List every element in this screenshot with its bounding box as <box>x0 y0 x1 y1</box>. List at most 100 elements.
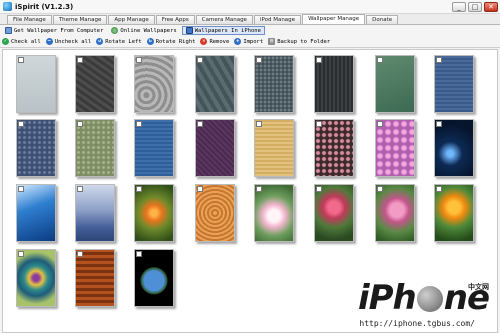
wallpaper-thumbnail[interactable] <box>134 184 174 242</box>
wallpaper-thumbnail[interactable] <box>314 119 354 177</box>
title-bar: iSpirit (V1.2.3) _ □ ✕ <box>0 0 500 14</box>
wallpaper-checkbox[interactable] <box>136 251 142 257</box>
wallpaper-checkbox[interactable] <box>77 251 83 257</box>
uncheck-icon: – <box>45 38 53 45</box>
check-all-button[interactable]: ✓ Check all <box>2 38 41 45</box>
wallpaper-thumbnail[interactable] <box>16 184 56 242</box>
wallpaper-checkbox[interactable] <box>77 121 83 127</box>
apple-logo-icon <box>416 286 443 312</box>
rotate-left-button[interactable]: ↺ Rotate Left <box>96 38 142 45</box>
wallpaper-checkbox[interactable] <box>18 186 24 192</box>
source-in-iphone-label: Wallpapers In iPhone <box>194 27 261 34</box>
rotate-right-icon: ↻ <box>146 38 154 45</box>
uncheck-all-button[interactable]: – Uncheck all <box>45 38 92 45</box>
wallpaper-thumbnail[interactable] <box>195 119 235 177</box>
minimize-button[interactable]: _ <box>452 2 466 12</box>
source-online-label: Online Wallpapers <box>120 27 177 34</box>
wallpaper-thumbnail[interactable] <box>375 119 415 177</box>
wallpaper-checkbox[interactable] <box>197 57 203 63</box>
globe-icon <box>111 27 119 34</box>
wallpaper-checkbox[interactable] <box>377 121 383 127</box>
wallpaper-checkbox[interactable] <box>136 121 142 127</box>
watermark-brand-pre: iPh <box>357 278 417 318</box>
tab-donate[interactable]: Donate <box>366 15 399 24</box>
wallpaper-checkbox[interactable] <box>197 121 203 127</box>
import-label: Import <box>243 38 264 45</box>
window-controls: _ □ ✕ <box>452 2 498 12</box>
wallpaper-checkbox[interactable] <box>377 57 383 63</box>
wallpaper-checkbox[interactable] <box>18 57 24 63</box>
wallpaper-thumbnail[interactable] <box>16 119 56 177</box>
wallpaper-grid: 中文网 iPh ne http://iphone.tgbus.com/ <box>2 49 498 333</box>
wallpaper-checkbox[interactable] <box>197 186 203 192</box>
wallpaper-thumbnail[interactable] <box>434 119 474 177</box>
action-toolbar: ✓ Check all – Uncheck all ↺ Rotate Left … <box>0 36 500 48</box>
rotate-left-icon: ↺ <box>96 38 104 45</box>
rotate-right-button[interactable]: ↻ Rotate Right <box>146 38 195 45</box>
wallpaper-checkbox[interactable] <box>256 57 262 63</box>
source-online[interactable]: Online Wallpapers <box>108 26 179 35</box>
wallpaper-checkbox[interactable] <box>136 186 142 192</box>
wallpaper-checkbox[interactable] <box>377 186 383 192</box>
computer-icon <box>5 27 12 34</box>
tab-wallpaper-manage[interactable]: Wallpaper Manage <box>302 14 366 24</box>
wallpaper-thumbnail[interactable] <box>134 119 174 177</box>
wallpaper-thumbnail[interactable] <box>254 184 294 242</box>
wallpaper-thumbnail[interactable] <box>254 55 294 113</box>
wallpaper-checkbox[interactable] <box>316 121 322 127</box>
wallpaper-thumbnail[interactable] <box>434 55 474 113</box>
wallpaper-checkbox[interactable] <box>77 57 83 63</box>
wallpaper-thumbnail[interactable] <box>375 55 415 113</box>
backup-icon: ▤ <box>268 38 276 45</box>
tab-ipod-manage[interactable]: iPod Manage <box>253 15 302 24</box>
wallpaper-thumbnail[interactable] <box>314 184 354 242</box>
tab-theme-manage[interactable]: Theme Manage <box>52 15 108 24</box>
wallpaper-thumbnail[interactable] <box>75 55 115 113</box>
tab-file-manage[interactable]: File Manage <box>7 15 52 24</box>
wallpaper-thumbnail[interactable] <box>75 249 115 307</box>
wallpaper-checkbox[interactable] <box>436 121 442 127</box>
source-in-iphone[interactable]: Wallpapers In iPhone <box>181 26 265 35</box>
wallpaper-thumbnail[interactable] <box>314 55 354 113</box>
tab-camera-manage[interactable]: Camera Manage <box>195 15 253 24</box>
close-button[interactable]: ✕ <box>484 2 498 12</box>
import-button[interactable]: + Import <box>234 38 263 45</box>
remove-label: Remove <box>209 38 230 45</box>
tab-free-apps[interactable]: Free Apps <box>155 15 195 24</box>
wallpaper-checkbox[interactable] <box>316 57 322 63</box>
backup-to-folder-button[interactable]: ▤ Backup to Folder <box>268 38 330 45</box>
check-icon: ✓ <box>2 38 9 45</box>
wallpaper-checkbox[interactable] <box>18 121 24 127</box>
wallpaper-thumbnail[interactable] <box>254 119 294 177</box>
rotate-left-label: Rotate Left <box>105 38 142 45</box>
watermark-logo: iPh ne <box>357 278 490 318</box>
wallpaper-thumbnail[interactable] <box>75 184 115 242</box>
remove-button[interactable]: ✕ Remove <box>200 38 229 45</box>
uncheck-all-label: Uncheck all <box>54 38 92 45</box>
wallpaper-thumbnail[interactable] <box>134 249 174 307</box>
wallpaper-thumbnail[interactable] <box>16 249 56 307</box>
wallpaper-checkbox[interactable] <box>136 57 142 63</box>
wallpaper-checkbox[interactable] <box>316 186 322 192</box>
wallpaper-checkbox[interactable] <box>256 121 262 127</box>
wallpaper-thumbnail[interactable] <box>195 184 235 242</box>
wallpaper-thumbnail[interactable] <box>16 55 56 113</box>
tab-app-manage[interactable]: App Manage <box>108 15 155 24</box>
main-tab-bar: File Manage Theme Manage App Manage Free… <box>0 14 500 25</box>
check-all-label: Check all <box>11 38 41 45</box>
wallpaper-checkbox[interactable] <box>436 57 442 63</box>
source-from-computer-label: Get Wallpaper From Computer <box>14 27 104 34</box>
source-from-computer[interactable]: Get Wallpaper From Computer <box>2 26 106 35</box>
backup-to-folder-label: Backup to Folder <box>277 38 331 45</box>
wallpaper-checkbox[interactable] <box>18 251 24 257</box>
watermark-brand-post: ne <box>443 278 490 318</box>
wallpaper-thumbnail[interactable] <box>434 184 474 242</box>
maximize-button[interactable]: □ <box>468 2 482 12</box>
wallpaper-checkbox[interactable] <box>77 186 83 192</box>
wallpaper-thumbnail[interactable] <box>195 55 235 113</box>
wallpaper-thumbnail[interactable] <box>375 184 415 242</box>
wallpaper-thumbnail[interactable] <box>75 119 115 177</box>
wallpaper-thumbnail[interactable] <box>134 55 174 113</box>
wallpaper-checkbox[interactable] <box>436 186 442 192</box>
wallpaper-checkbox[interactable] <box>256 186 262 192</box>
